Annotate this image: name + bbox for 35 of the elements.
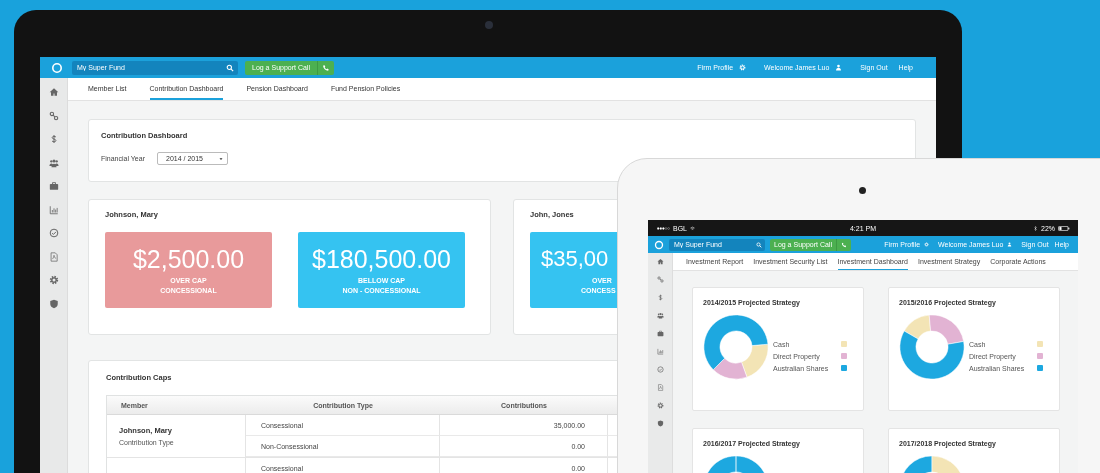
settings-icon[interactable] <box>48 275 59 285</box>
donut-chart-drawing <box>899 314 965 380</box>
dollar-icon[interactable] <box>656 294 664 301</box>
logo-icon[interactable] <box>654 239 664 250</box>
bluetooth-icon <box>1033 225 1038 231</box>
users-icon[interactable] <box>48 157 59 168</box>
person-icon[interactable] <box>835 64 843 71</box>
battery-icon <box>1058 225 1070 231</box>
home-icon[interactable] <box>48 87 59 97</box>
briefcase-icon[interactable] <box>656 330 664 337</box>
shield-icon[interactable] <box>48 298 59 309</box>
settings-icon[interactable] <box>656 402 664 409</box>
caret-icon <box>218 155 224 162</box>
chain-icon[interactable] <box>656 276 664 283</box>
briefcase-icon[interactable] <box>48 181 59 191</box>
phone-icon <box>322 63 330 72</box>
logo-icon[interactable] <box>51 61 63 74</box>
camera-icon <box>485 21 493 29</box>
bar-chart-icon[interactable] <box>48 204 59 215</box>
chain-icon[interactable] <box>48 110 59 121</box>
document-icon[interactable] <box>656 384 664 391</box>
search-icon[interactable] <box>756 241 762 248</box>
bar-chart-icon[interactable] <box>656 348 664 355</box>
users-icon[interactable] <box>656 312 664 319</box>
person-icon[interactable] <box>1007 242 1013 247</box>
home-icon[interactable] <box>656 258 664 265</box>
document-icon[interactable] <box>48 251 59 262</box>
donut-chart-drawing <box>703 314 769 380</box>
search-icon[interactable] <box>226 63 234 72</box>
camera-icon <box>859 187 866 194</box>
signal-icon <box>657 226 670 230</box>
phone-icon <box>841 241 847 248</box>
check-circle-icon[interactable] <box>656 366 664 373</box>
check-circle-icon[interactable] <box>48 228 59 238</box>
shield-icon[interactable] <box>656 420 664 427</box>
